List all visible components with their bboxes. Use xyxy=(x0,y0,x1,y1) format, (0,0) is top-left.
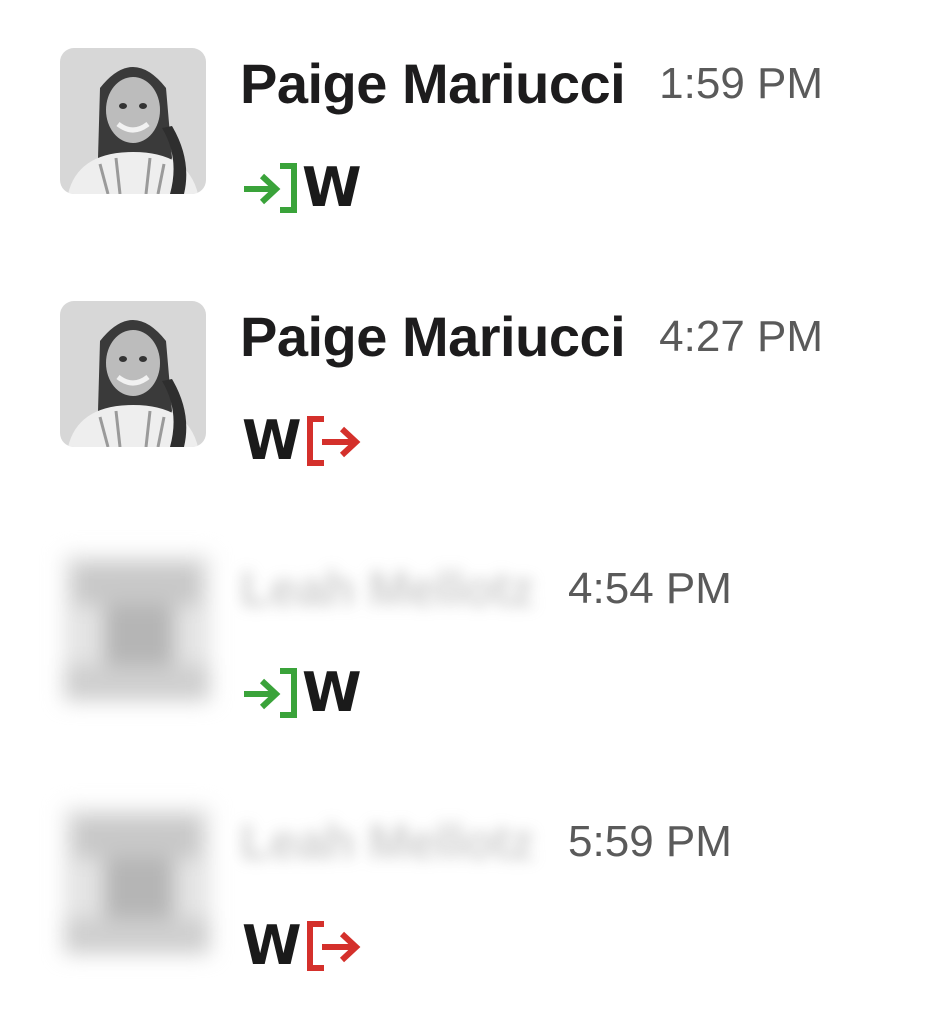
workspace-w-letter: W xyxy=(242,409,302,472)
message-header: Paige Mariucci 4:27 PM xyxy=(240,297,823,377)
message-item: Leah Mellotz 4:54 PM W xyxy=(0,505,926,721)
status-emoji-row: W xyxy=(240,665,364,721)
clock-out-arrow-icon[interactable] xyxy=(304,920,364,972)
status-emoji-row: W xyxy=(240,413,364,469)
message-header: Leah Mellotz 4:54 PM xyxy=(240,549,732,629)
avatar[interactable] xyxy=(60,48,206,194)
workspace-w-letter: W xyxy=(242,914,302,977)
avatar[interactable] xyxy=(64,808,210,954)
workspace-w-letter: W xyxy=(302,156,362,219)
clock-in-arrow-icon[interactable] xyxy=(240,667,300,719)
status-emoji-row: W xyxy=(240,160,364,216)
status-emoji-row: W xyxy=(240,918,364,974)
avatar[interactable] xyxy=(60,301,206,447)
message-header: Leah Mellotz 5:59 PM xyxy=(240,802,732,882)
timestamp[interactable]: 4:27 PM xyxy=(659,297,823,377)
timestamp[interactable]: 5:59 PM xyxy=(568,802,732,882)
message-item: Leah Mellotz 5:59 PM W xyxy=(0,758,926,974)
workspace-w-letter: W xyxy=(302,661,362,724)
sender-name[interactable]: Leah Mellotz xyxy=(240,549,535,629)
avatar[interactable] xyxy=(64,555,210,701)
timestamp[interactable]: 4:54 PM xyxy=(568,549,732,629)
message-item: Paige Mariucci 4:27 PM W xyxy=(0,253,926,469)
sender-name[interactable]: Paige Mariucci xyxy=(240,297,626,377)
message-header: Paige Mariucci 1:59 PM xyxy=(240,44,823,124)
sender-name[interactable]: Leah Mellotz xyxy=(240,802,535,882)
message-item: Paige Mariucci 1:59 PM W xyxy=(0,0,926,216)
sender-name[interactable]: Paige Mariucci xyxy=(240,44,626,124)
clock-out-arrow-icon[interactable] xyxy=(304,415,364,467)
timestamp[interactable]: 1:59 PM xyxy=(659,44,823,124)
clock-in-arrow-icon[interactable] xyxy=(240,162,300,214)
